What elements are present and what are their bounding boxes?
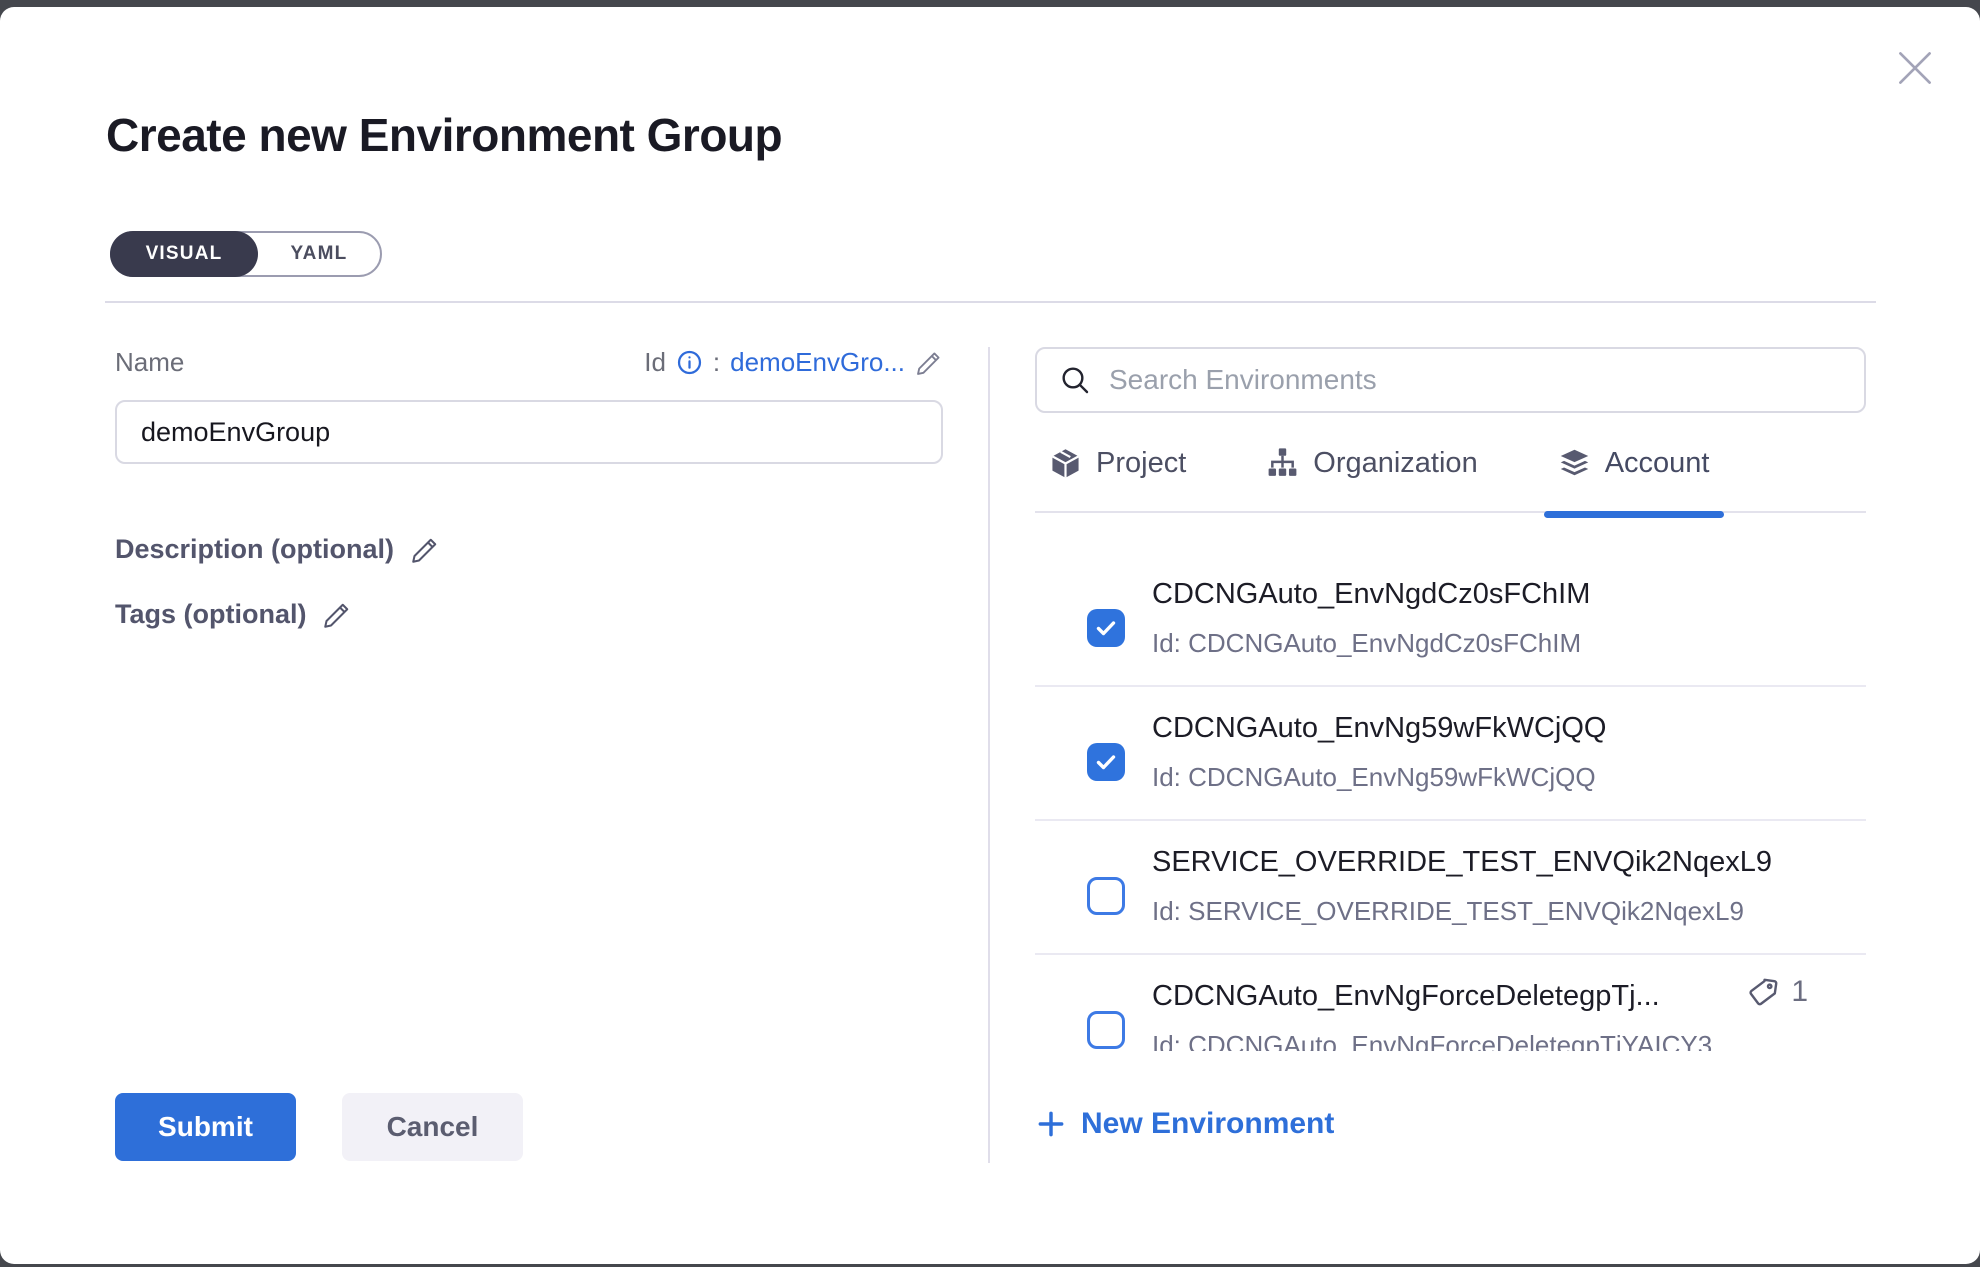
layers-icon bbox=[1558, 447, 1591, 480]
env-id: Id: SERVICE_OVERRIDE_TEST_ENVQik2NqexL9 bbox=[1152, 896, 1866, 927]
id-value-link[interactable]: demoEnvGro... bbox=[730, 347, 905, 378]
checkmark-icon bbox=[1094, 750, 1118, 774]
env-name: CDCNGAuto_EnvNg59wFkWCjQQ bbox=[1152, 712, 1866, 745]
org-chart-icon bbox=[1266, 447, 1299, 480]
tag-count-badge: 1 bbox=[1748, 975, 1808, 1009]
env-checkbox[interactable] bbox=[1087, 609, 1125, 647]
env-name: SERVICE_OVERRIDE_TEST_ENVQik2NqexL9 bbox=[1152, 846, 1866, 879]
id-label: Id bbox=[644, 347, 666, 378]
create-environment-group-dialog: Create new Environment Group VISUAL YAML… bbox=[0, 7, 1980, 1264]
environment-row[interactable]: CDCNGAuto_EnvNgForceDeletegpTj... Id: CD… bbox=[1035, 955, 1866, 1051]
search-environments-input[interactable] bbox=[1109, 364, 1842, 396]
name-id-row: Name Id : demoEnvGro... bbox=[115, 347, 943, 378]
env-text: CDCNGAuto_EnvNgForceDeletegpTj... Id: CD… bbox=[1035, 955, 1866, 1051]
cube-icon bbox=[1049, 447, 1082, 480]
env-text: SERVICE_OVERRIDE_TEST_ENVQik2NqexL9 Id: … bbox=[1035, 821, 1866, 927]
form-column: Name Id : demoEnvGro... bbox=[0, 303, 988, 1267]
env-id: Id: CDCNGAuto_EnvNgdCz0sFChIM bbox=[1152, 628, 1866, 659]
tab-account[interactable]: Account bbox=[1544, 441, 1724, 485]
environments-panel: Project Organization bbox=[990, 303, 1980, 1267]
new-environment-button[interactable]: New Environment bbox=[1035, 1107, 1334, 1141]
name-label: Name bbox=[115, 347, 184, 378]
environment-row[interactable]: CDCNGAuto_EnvNg59wFkWCjQQ Id: CDCNGAuto_… bbox=[1035, 687, 1866, 821]
toggle-yaml[interactable]: YAML bbox=[258, 233, 380, 275]
edit-id-icon[interactable] bbox=[915, 349, 943, 377]
dialog-content: Name Id : demoEnvGro... bbox=[0, 303, 1980, 1267]
description-section: Description (optional) bbox=[115, 534, 988, 565]
env-checkbox[interactable] bbox=[1087, 1011, 1125, 1049]
env-name: CDCNGAuto_EnvNgdCz0sFChIM bbox=[1152, 578, 1866, 611]
env-text: CDCNGAuto_EnvNgdCz0sFChIM Id: CDCNGAuto_… bbox=[1035, 553, 1866, 659]
env-text: CDCNGAuto_EnvNg59wFkWCjQQ Id: CDCNGAuto_… bbox=[1035, 687, 1866, 793]
tag-count: 1 bbox=[1791, 975, 1808, 1009]
cancel-button[interactable]: Cancel bbox=[342, 1093, 523, 1161]
dialog-actions: Submit Cancel bbox=[115, 1093, 988, 1267]
tag-icon bbox=[1748, 975, 1782, 1009]
toggle-visual[interactable]: VISUAL bbox=[110, 231, 258, 277]
tab-account-label: Account bbox=[1605, 447, 1710, 480]
entity-id-row: Id : demoEnvGro... bbox=[644, 347, 943, 378]
checkmark-icon bbox=[1094, 616, 1118, 640]
environment-row[interactable]: CDCNGAuto_EnvNgdCz0sFChIM Id: CDCNGAuto_… bbox=[1035, 553, 1866, 687]
tags-label: Tags (optional) bbox=[115, 599, 306, 630]
tab-project-label: Project bbox=[1096, 447, 1186, 480]
env-checkbox[interactable] bbox=[1087, 877, 1125, 915]
tab-organization[interactable]: Organization bbox=[1252, 441, 1491, 485]
close-button[interactable] bbox=[1890, 43, 1940, 93]
environment-row[interactable]: SERVICE_OVERRIDE_TEST_ENVQik2NqexL9 Id: … bbox=[1035, 821, 1866, 955]
visual-yaml-toggle: VISUAL YAML bbox=[110, 231, 382, 277]
close-icon bbox=[1890, 43, 1940, 93]
page-title: Create new Environment Group bbox=[106, 107, 1980, 163]
name-input[interactable] bbox=[115, 400, 943, 464]
id-colon: : bbox=[713, 347, 720, 378]
tab-organization-label: Organization bbox=[1313, 447, 1477, 480]
environment-list: CDCNGAuto_EnvNgdCz0sFChIM Id: CDCNGAuto_… bbox=[1035, 513, 1866, 1051]
search-icon bbox=[1059, 364, 1091, 396]
env-id: Id: CDCNGAuto_EnvNgForceDeletegpTjYAICY3 bbox=[1152, 1030, 1866, 1051]
new-environment-label: New Environment bbox=[1081, 1107, 1334, 1141]
edit-tags-icon[interactable] bbox=[322, 600, 352, 630]
plus-icon bbox=[1035, 1108, 1067, 1140]
submit-button[interactable]: Submit bbox=[115, 1093, 296, 1161]
search-box bbox=[1035, 347, 1866, 413]
scope-tabs: Project Organization bbox=[1035, 441, 1866, 513]
env-checkbox[interactable] bbox=[1087, 743, 1125, 781]
info-icon[interactable] bbox=[676, 349, 703, 376]
tags-section: Tags (optional) bbox=[115, 599, 988, 630]
tab-project[interactable]: Project bbox=[1035, 441, 1200, 485]
env-id: Id: CDCNGAuto_EnvNg59wFkWCjQQ bbox=[1152, 762, 1866, 793]
description-label: Description (optional) bbox=[115, 534, 394, 565]
edit-description-icon[interactable] bbox=[410, 535, 440, 565]
